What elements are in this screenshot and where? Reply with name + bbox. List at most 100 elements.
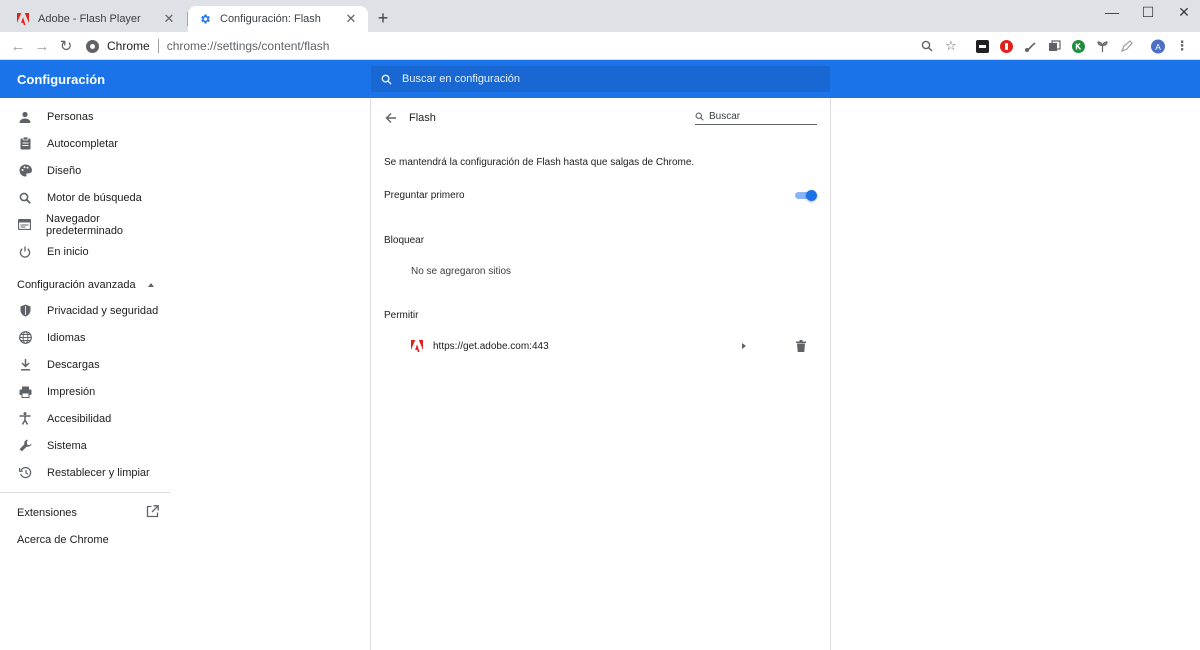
search-placeholder: Buscar en configuración: [402, 73, 521, 85]
sidebar-item-label: En inicio: [47, 245, 89, 258]
avatar[interactable]: A: [1151, 39, 1165, 53]
tab-strip: Adobe - Flash Player ✕ Configuración: Fl…: [0, 0, 1200, 32]
minimize-button[interactable]: —: [1092, 0, 1132, 24]
palette-icon: [18, 164, 32, 178]
extension-brush-icon[interactable]: [1023, 39, 1037, 53]
sidebar-item-sistema[interactable]: Sistema: [0, 432, 170, 459]
omnibox[interactable]: Chrome chrome://settings/content/flash: [86, 36, 329, 56]
sidebar-item-label: Idiomas: [47, 331, 86, 344]
sidebar-item-label: Motor de búsqueda: [47, 191, 142, 204]
sidebar-item-privacidad[interactable]: Privacidad y seguridad: [0, 297, 170, 324]
download-icon: [18, 358, 32, 372]
sidebar-item-motor-de-busqueda[interactable]: Motor de búsqueda: [0, 184, 170, 211]
trash-icon[interactable]: [796, 340, 806, 352]
block-empty-message: No se agregaron sitios: [411, 266, 512, 277]
close-icon[interactable]: ✕: [344, 11, 358, 26]
tab-title: Adobe - Flash Player: [38, 13, 141, 25]
sidebar-item-label: Personas: [47, 110, 94, 123]
window-close-button[interactable]: ✕: [1164, 0, 1200, 24]
content-background: [831, 98, 1200, 650]
tab-title: Configuración: Flash: [220, 13, 321, 25]
zoom-icon[interactable]: [920, 39, 934, 53]
flash-info-text: Se mantendrá la configuración de Flash h…: [384, 157, 695, 168]
sidebar-item-label: Diseño: [47, 164, 82, 177]
sidebar-item-en-inicio[interactable]: En inicio: [0, 238, 170, 265]
browser-icon: [18, 218, 31, 232]
sidebar-item-label: Privacidad y seguridad: [47, 304, 159, 317]
accessibility-icon: [18, 412, 32, 426]
chrome-icon: [86, 39, 99, 53]
chevron-right-icon[interactable]: [742, 343, 746, 349]
adobe-icon: [411, 340, 423, 352]
adobe-icon: [16, 12, 30, 26]
search-icon: [18, 191, 32, 205]
bookmark-star-icon[interactable]: ☆: [944, 38, 958, 53]
page-title: Configuración: [17, 72, 106, 87]
extension-pen-icon[interactable]: [1119, 39, 1133, 53]
flash-settings-card: Flash Buscar Se mantendrá la configuraci…: [370, 98, 831, 650]
sidebar-item-label: Impresión: [47, 385, 96, 398]
url-text: chrome://settings/content/flash: [166, 39, 330, 53]
omnibox-divider: [157, 39, 159, 53]
allowed-site-row[interactable]: https://get.adobe.com:443: [371, 336, 832, 358]
sidebar-item-navegador-predeterminado[interactable]: Navegador predeterminado: [0, 211, 170, 238]
sidebar-divider: [0, 492, 170, 493]
close-icon[interactable]: ✕: [162, 11, 176, 26]
sidebar-item-personas[interactable]: Personas: [0, 103, 170, 130]
sidebar-item-idiomas[interactable]: Idiomas: [0, 324, 170, 351]
extensions-link[interactable]: Extensiones: [17, 507, 77, 519]
forward-button[interactable]: →: [33, 37, 51, 55]
tab-configuracion-flash[interactable]: Configuración: Flash ✕: [188, 6, 368, 32]
ask-first-label: Preguntar primero: [384, 190, 465, 201]
svg-text:A: A: [1155, 41, 1161, 51]
sidebar-item-impresion[interactable]: Impresión: [0, 378, 170, 405]
sidebar-item-descargas[interactable]: Descargas: [0, 351, 170, 378]
chevron-up-icon[interactable]: [148, 283, 154, 287]
back-arrow-icon[interactable]: [384, 111, 398, 125]
printer-icon: [18, 385, 32, 399]
sidebar-item-label: Descargas: [47, 358, 100, 371]
block-section-label: Bloquear: [384, 235, 425, 246]
sidebar-item-autocompletar[interactable]: Autocompletar: [0, 130, 170, 157]
clipboard-icon: [18, 137, 32, 151]
subpage-search-input[interactable]: Buscar: [695, 108, 817, 125]
settings-header: Configuración Buscar en configuración: [0, 60, 1200, 98]
search-icon: [695, 111, 704, 121]
browser-toolbar: ← → ↻ Chrome chrome://settings/content/f…: [0, 32, 1200, 60]
sidebar-item-label: Restablecer y limpiar: [47, 466, 150, 479]
sidebar-item-label: Autocompletar: [47, 137, 118, 150]
open-in-new-icon[interactable]: [146, 505, 159, 518]
sidebar-item-diseno[interactable]: Diseño: [0, 157, 170, 184]
tab-adobe-flash-player[interactable]: Adobe - Flash Player ✕: [6, 6, 186, 32]
allow-section-label: Permitir: [384, 310, 419, 321]
allowed-site-url: https://get.adobe.com:443: [433, 341, 549, 352]
ask-first-toggle[interactable]: [795, 190, 817, 201]
extension-red-icon[interactable]: [999, 39, 1013, 53]
wrench-icon: [18, 439, 32, 453]
maximize-button[interactable]: ☐: [1128, 0, 1168, 24]
extension-plant-icon[interactable]: [1095, 39, 1109, 53]
toggle-knob: [806, 190, 817, 201]
extension-url-icon[interactable]: [975, 39, 989, 53]
sidebar-item-label: Accesibilidad: [47, 412, 112, 425]
about-chrome-link[interactable]: Acerca de Chrome: [17, 534, 109, 546]
sidebar-item-accesibilidad[interactable]: Accesibilidad: [0, 405, 170, 432]
shield-icon: [18, 304, 32, 318]
new-tab-button[interactable]: +: [374, 8, 392, 28]
reload-button[interactable]: ↻: [57, 37, 75, 55]
back-button[interactable]: ←: [9, 37, 27, 55]
sidebar: Personas Autocompletar Diseño Motor de b…: [0, 98, 170, 650]
gear-icon: [198, 12, 212, 26]
sidebar-item-label: Navegador predeterminado: [46, 212, 124, 237]
subpage-title: Flash: [409, 112, 436, 124]
advanced-section-toggle[interactable]: Configuración avanzada: [17, 279, 136, 291]
person-icon: [18, 110, 32, 124]
power-icon: [18, 245, 32, 259]
menu-icon[interactable]: ⋮: [1175, 38, 1189, 53]
settings-search-input[interactable]: Buscar en configuración: [371, 66, 830, 92]
sidebar-item-restablecer[interactable]: Restablecer y limpiar: [0, 459, 170, 486]
search-icon: [381, 74, 392, 85]
extension-k-icon[interactable]: [1071, 39, 1085, 53]
extension-tabs-icon[interactable]: [1047, 39, 1061, 53]
restore-icon: [18, 466, 32, 480]
